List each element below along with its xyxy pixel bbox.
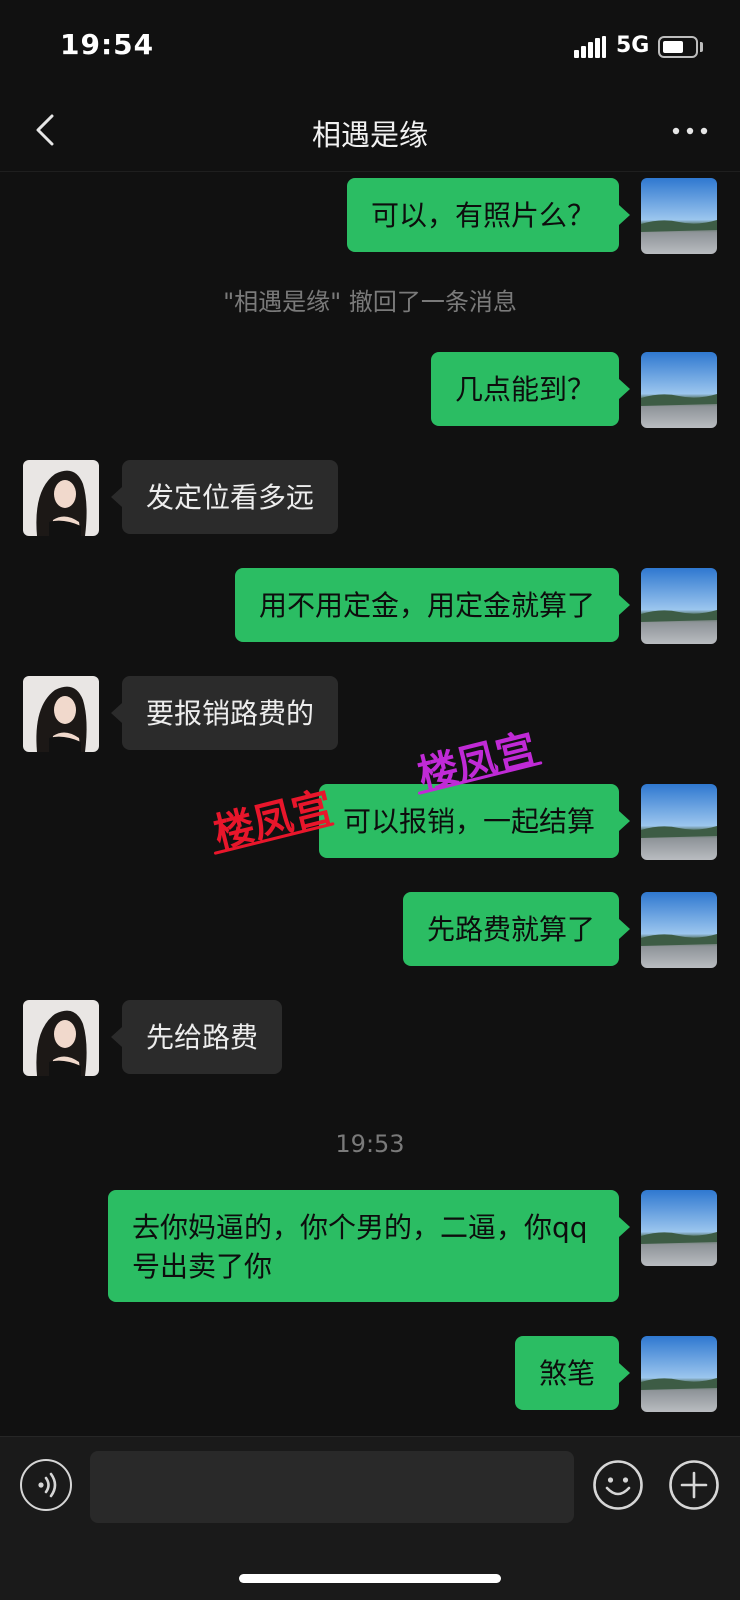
home-indicator[interactable] bbox=[239, 1574, 501, 1583]
more-options-icon[interactable] bbox=[668, 114, 712, 148]
message-text: 用不用定金，用定金就算了 bbox=[258, 589, 595, 622]
emoji-icon[interactable] bbox=[592, 1459, 644, 1511]
message-text: 先路费就算了 bbox=[426, 913, 595, 946]
contact-avatar[interactable] bbox=[23, 1000, 99, 1076]
signal-icon bbox=[574, 36, 608, 58]
message-text: 煞笔 bbox=[538, 1357, 595, 1390]
chat-header: 相遇是缘 bbox=[0, 90, 740, 172]
message-bubble-sent[interactable]: 用不用定金，用定金就算了 bbox=[234, 568, 619, 642]
my-avatar[interactable] bbox=[641, 1190, 717, 1266]
status-time: 19:54 bbox=[60, 28, 155, 61]
message-text: 要报销路费的 bbox=[146, 697, 315, 730]
message-bubble-received[interactable]: 发定位看多远 bbox=[122, 460, 339, 534]
contact-avatar[interactable] bbox=[23, 676, 99, 752]
voice-icon[interactable] bbox=[20, 1459, 72, 1511]
recall-notice: "相遇是缘" 撤回了一条消息 bbox=[223, 288, 517, 316]
message-bubble-sent[interactable]: 可以，有照片么？ bbox=[346, 178, 619, 252]
watermark-logo: 楼凤宫 bbox=[209, 783, 337, 858]
my-avatar[interactable] bbox=[641, 1336, 717, 1412]
message-bubble-received[interactable]: 先给路费 bbox=[122, 1000, 283, 1074]
message-text: 可以，有照片么？ bbox=[370, 199, 595, 232]
my-avatar[interactable] bbox=[641, 178, 717, 254]
chat-title: 相遇是缘 bbox=[311, 118, 428, 152]
contact-avatar[interactable] bbox=[23, 460, 99, 536]
my-avatar[interactable] bbox=[641, 568, 717, 644]
message-text: 去你妈逼的，你个男的，二逼，你qq 号出卖了你 bbox=[132, 1211, 588, 1283]
message-text: 发定位看多远 bbox=[146, 481, 315, 514]
message-text: 先给路费 bbox=[146, 1021, 259, 1054]
my-avatar[interactable] bbox=[641, 892, 717, 968]
network-label: 5G bbox=[616, 33, 650, 58]
message-text: 可以报销，一起结算 bbox=[342, 805, 595, 838]
message-timestamp: 19:53 bbox=[335, 1130, 405, 1158]
message-bubble-sent[interactable]: 煞笔 bbox=[514, 1336, 619, 1410]
message-text: 几点能到？ bbox=[454, 373, 595, 406]
battery-icon bbox=[658, 36, 698, 58]
back-icon[interactable] bbox=[30, 110, 66, 150]
chat-area[interactable]: 可以，有照片么？ "相遇是缘" 撤回了一条消息 几点能到？ 发定位看多远 用不用… bbox=[0, 172, 740, 1436]
message-bubble-sent[interactable]: 可以报销，一起结算 bbox=[318, 784, 619, 858]
message-bubble-received[interactable]: 要报销路费的 bbox=[122, 676, 339, 750]
message-input[interactable] bbox=[90, 1451, 574, 1523]
message-bubble-sent[interactable]: 先路费就算了 bbox=[402, 892, 619, 966]
status-bar: 19:54 5G bbox=[0, 0, 740, 90]
message-bubble-sent[interactable]: 几点能到？ bbox=[430, 352, 619, 426]
my-avatar[interactable] bbox=[641, 784, 717, 860]
message-bubble-sent[interactable]: 去你妈逼的，你个男的，二逼，你qq 号出卖了你 bbox=[108, 1190, 619, 1302]
my-avatar[interactable] bbox=[641, 352, 717, 428]
plus-icon[interactable] bbox=[668, 1459, 720, 1511]
